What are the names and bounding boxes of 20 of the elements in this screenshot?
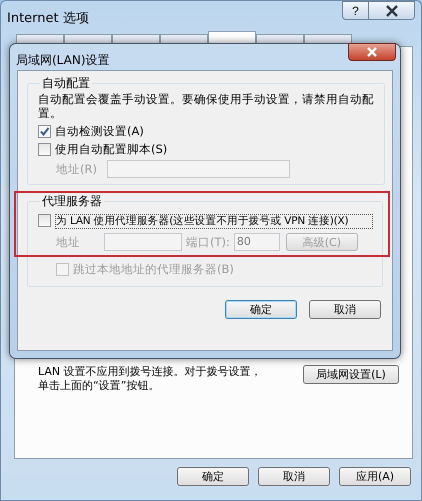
dialog-button[interactable]: 确定: [177, 467, 249, 486]
checkbox-label: 使用自动配置脚本(S): [55, 142, 168, 156]
address-label: 地址(R): [56, 162, 97, 176]
dialog-title: 局域网(LAN)设置: [16, 52, 110, 69]
dialog-button[interactable]: 确定: [225, 300, 297, 319]
dialog-button[interactable]: 应用(A): [339, 467, 411, 486]
lan-note: LAN 设置不应用到拨号连接。对于拨号设置，单击上面的“设置”按钮。: [38, 365, 263, 393]
dialog-button[interactable]: 取消: [309, 300, 381, 319]
window-title: Internet 选项: [7, 10, 89, 27]
help-button[interactable]: ?: [342, 1, 369, 20]
dialog-button[interactable]: 取消: [258, 467, 330, 486]
group-title: 自动配置: [41, 75, 91, 92]
group-title: 代理服务器: [41, 193, 103, 210]
lan-settings-button[interactable]: 局域网设置(L): [303, 365, 399, 384]
port-label: 端口(T):: [186, 234, 230, 250]
checkbox-label: 跳过本地地址的代理服务器(B): [73, 262, 234, 276]
description: 自动配置会覆盖手动设置。要确保使用手动设置，请禁用自动配置。: [38, 92, 375, 120]
checkbox-label: 为 LAN 使用代理服务器(这些设置不用于拨号或 VPN 连接)(X): [55, 214, 373, 229]
address-label: 地址: [56, 234, 81, 250]
checkbox-label: 自动检测设置(A): [55, 124, 144, 138]
